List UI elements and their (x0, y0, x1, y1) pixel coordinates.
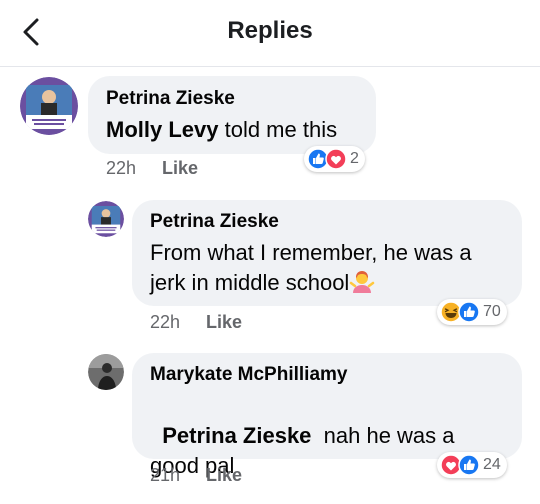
mention-link[interactable]: Petrina Zieske (162, 423, 311, 448)
comment-body: told me this (218, 117, 338, 142)
timestamp[interactable]: 22h (150, 312, 180, 332)
comment-text: Molly Levy told me this (106, 115, 368, 145)
comment-text: From what I remember, he was a jerk in m… (150, 238, 512, 298)
like-button[interactable]: Like (206, 465, 242, 485)
profile-photo (20, 77, 78, 135)
timestamp[interactable]: 22h (106, 158, 136, 178)
like-reaction-icon (458, 454, 480, 476)
comment-meta: 21h Like (150, 465, 242, 486)
comment-body: From what I remember, he was a jerk in m… (150, 240, 472, 295)
reaction-summary[interactable]: 2 (304, 146, 365, 172)
avatar[interactable] (20, 77, 78, 135)
person-shrugging-emoji-icon (350, 271, 375, 293)
like-reaction-icon (458, 301, 480, 323)
comment-author[interactable]: Marykate McPhilliamy (150, 364, 347, 386)
reaction-count: 70 (483, 303, 501, 320)
comment-author[interactable]: Petrina Zieske (106, 88, 235, 110)
profile-photo (88, 354, 124, 390)
mention-link[interactable]: Molly Levy (106, 117, 218, 142)
page-title: Replies (227, 17, 313, 44)
profile-photo (88, 201, 124, 237)
reaction-count: 24 (483, 456, 501, 473)
love-reaction-icon (325, 148, 347, 170)
reaction-count: 2 (350, 150, 359, 167)
like-button[interactable]: Like (162, 158, 198, 178)
top-bar: Replies (0, 0, 540, 67)
comment-meta: 22h Like (150, 312, 242, 333)
reaction-summary[interactable]: 24 (437, 452, 507, 478)
timestamp[interactable]: 21h (150, 465, 180, 485)
avatar[interactable] (88, 354, 124, 390)
comment-author[interactable]: Petrina Zieske (150, 211, 279, 233)
avatar[interactable] (88, 201, 124, 237)
reaction-summary[interactable]: 70 (437, 299, 507, 325)
comment-meta: 22h Like (106, 158, 198, 179)
like-button[interactable]: Like (206, 312, 242, 332)
